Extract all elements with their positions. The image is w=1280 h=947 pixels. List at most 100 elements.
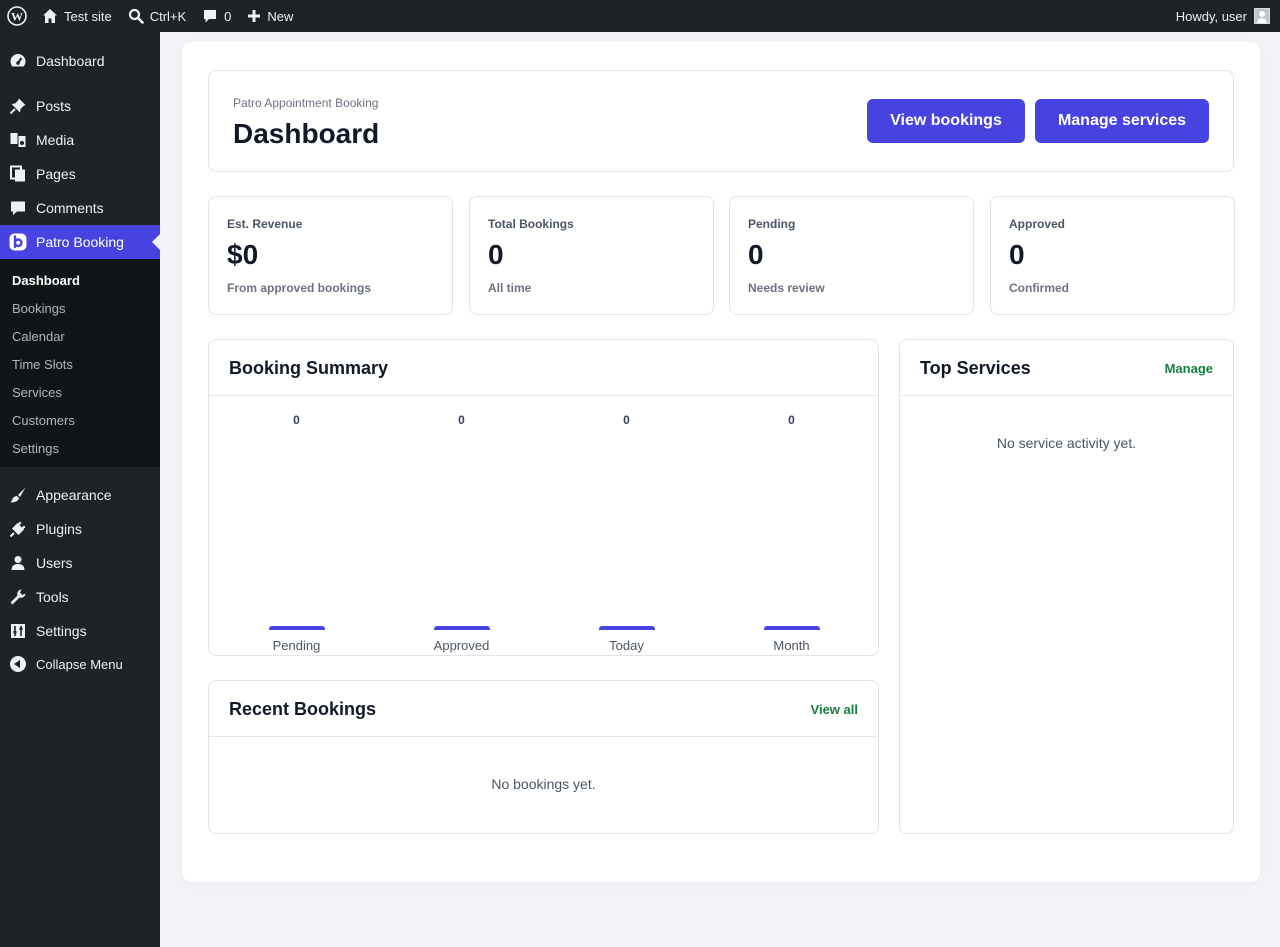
- admin-sidebar: Dashboard Posts Media Pages Comments Pat…: [0, 32, 160, 947]
- bar-label-today: Today: [609, 638, 644, 653]
- submenu-bookings[interactable]: Bookings: [0, 294, 160, 322]
- wordpress-logo-icon[interactable]: W: [0, 0, 34, 32]
- search-shortcut[interactable]: Ctrl+K: [120, 0, 194, 32]
- menu-plugins[interactable]: Plugins: [0, 512, 160, 546]
- menu-patro-booking[interactable]: Patro Booking: [0, 225, 160, 259]
- stat-caption: All time: [488, 281, 532, 295]
- booking-summary-card: Booking Summary 0 Pending 0 Approved 0 Today 0…: [208, 339, 879, 656]
- menu-label: Settings: [36, 623, 87, 639]
- menu-users[interactable]: Users: [0, 546, 160, 580]
- top-services-title: Top Services: [920, 358, 1031, 378]
- divider: [900, 395, 1233, 396]
- my-account[interactable]: Howdy, user: [1176, 8, 1280, 24]
- stat-value: 0: [1009, 239, 1025, 270]
- search-shortcut-label: Ctrl+K: [149, 8, 187, 24]
- submenu-time-slots[interactable]: Time Slots: [0, 350, 160, 378]
- top-services-card: Top Services Manage No service activity …: [899, 339, 1234, 834]
- menu-label: Dashboard: [36, 53, 105, 69]
- pin-icon: [0, 97, 36, 115]
- menu-media[interactable]: Media: [0, 123, 160, 157]
- menu-label: Posts: [36, 98, 72, 114]
- bar-value-pending: 0: [293, 413, 300, 427]
- stat-label: Total Bookings: [488, 217, 574, 231]
- wrench-icon: [0, 588, 36, 606]
- bar-label-month: Month: [773, 638, 810, 653]
- media-icon: [0, 131, 36, 149]
- howdy-text: Howdy, user: [1175, 8, 1247, 24]
- search-icon: [128, 8, 144, 24]
- manage-services-link[interactable]: Manage: [1165, 361, 1213, 376]
- menu-label: Comments: [36, 200, 104, 216]
- bar-pending: [268, 626, 325, 630]
- manage-services-button[interactable]: Manage services: [1035, 99, 1209, 143]
- menu-tools[interactable]: Tools: [0, 580, 160, 614]
- content-panel: Patro Appointment Booking Dashboard View…: [182, 42, 1260, 882]
- patro-logo-icon: [0, 233, 36, 251]
- stat-caption: Needs review: [748, 281, 825, 295]
- comment-icon: [0, 199, 36, 217]
- recent-bookings-empty-message: No bookings yet.: [491, 776, 596, 792]
- menu-dashboard[interactable]: Dashboard: [0, 44, 160, 78]
- page-header-card: Patro Appointment Booking Dashboard View…: [208, 70, 1234, 172]
- menu-label: Patro Booking: [36, 234, 124, 250]
- submenu-services[interactable]: Services: [0, 378, 160, 406]
- submenu-calendar[interactable]: Calendar: [0, 322, 160, 350]
- user-icon: [0, 554, 36, 572]
- view-all-bookings-link[interactable]: View all: [811, 702, 858, 717]
- site-name: Test site: [64, 8, 112, 24]
- menu-label: Users: [36, 555, 73, 571]
- stat-card-total-bookings: Total Bookings 0 All time: [469, 196, 714, 315]
- stat-label: Approved: [1009, 217, 1066, 231]
- bar-value-approved: 0: [458, 413, 465, 427]
- collapse-label: Collapse Menu: [36, 656, 123, 672]
- bar-value-today: 0: [623, 413, 630, 427]
- bar-approved: [433, 626, 490, 630]
- plugin-name: Patro Appointment Booking: [233, 96, 379, 110]
- menu-posts[interactable]: Posts: [0, 89, 160, 123]
- collapse-menu-button[interactable]: Collapse Menu: [0, 647, 160, 681]
- bar-label-pending: Pending: [272, 638, 321, 653]
- submenu-customers[interactable]: Customers: [0, 406, 160, 434]
- stat-value: $0: [227, 239, 259, 270]
- admin-bar: W Test site Ctrl+K 0 New Howdy, user: [0, 0, 1280, 32]
- new-content-link[interactable]: New: [239, 0, 301, 32]
- menu-label: Pages: [36, 166, 76, 182]
- submenu-settings[interactable]: Settings: [0, 434, 160, 462]
- site-name-link[interactable]: Test site: [34, 0, 120, 32]
- stat-card-approved: Approved 0 Confirmed: [990, 196, 1235, 315]
- booking-summary-title: Booking Summary: [229, 358, 389, 378]
- menu-settings[interactable]: Settings: [0, 614, 160, 648]
- recent-bookings-title: Recent Bookings: [229, 699, 377, 719]
- patro-submenu: Dashboard Bookings Calendar Time Slots S…: [0, 259, 160, 467]
- submenu-dashboard[interactable]: Dashboard: [0, 266, 160, 294]
- dashboard-icon: [0, 52, 36, 70]
- stat-value: 0: [748, 239, 764, 270]
- brush-icon: [0, 486, 36, 504]
- plus-icon: [247, 9, 261, 23]
- stat-card-revenue: Est. Revenue $0 From approved bookings: [208, 196, 453, 315]
- menu-pages[interactable]: Pages: [0, 157, 160, 191]
- menu-comments[interactable]: Comments: [0, 191, 160, 225]
- comments-link[interactable]: 0: [194, 0, 239, 32]
- stat-label: Est. Revenue: [227, 217, 303, 231]
- sliders-icon: [0, 622, 36, 640]
- divider: [209, 395, 878, 396]
- pages-icon: [0, 165, 36, 183]
- svg-text:W: W: [11, 10, 23, 24]
- top-services-empty-message: No service activity yet.: [996, 435, 1137, 451]
- menu-label: Appearance: [36, 487, 112, 503]
- menu-appearance[interactable]: Appearance: [0, 478, 160, 512]
- stat-label: Pending: [748, 217, 796, 231]
- home-icon: [42, 8, 58, 24]
- page-title: Dashboard: [233, 118, 380, 149]
- bar-month: [763, 626, 820, 630]
- menu-label: Tools: [36, 589, 69, 605]
- recent-bookings-card: Recent Bookings View all No bookings yet…: [208, 680, 879, 834]
- stat-caption: Confirmed: [1009, 281, 1069, 295]
- stat-value: 0: [488, 239, 504, 270]
- avatar: [1254, 8, 1270, 24]
- menu-label: Media: [36, 132, 75, 148]
- view-bookings-button[interactable]: View bookings: [867, 99, 1025, 143]
- bar-today: [598, 626, 655, 630]
- comments-count: 0: [224, 8, 232, 24]
